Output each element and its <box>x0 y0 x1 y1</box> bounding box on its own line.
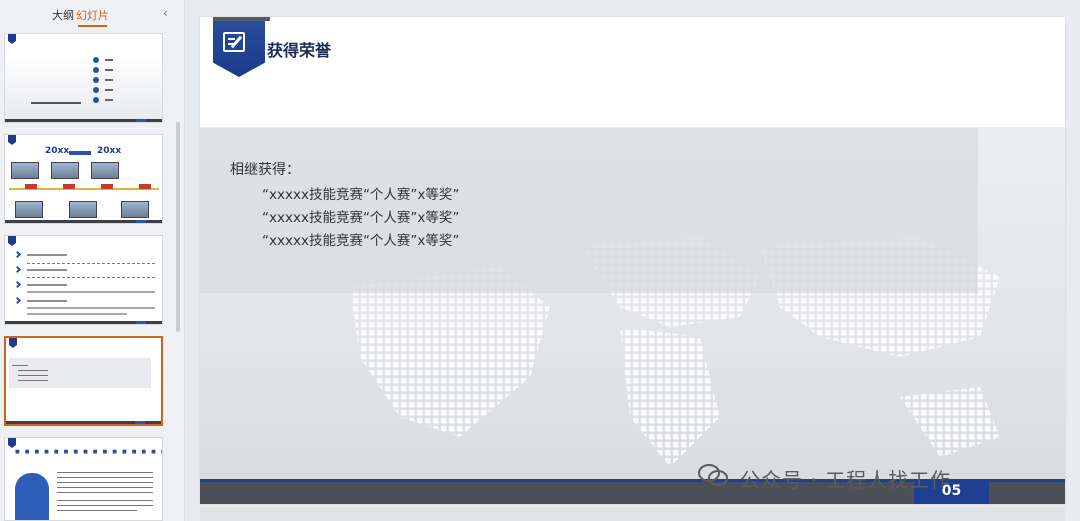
thumb-line <box>57 487 153 488</box>
thumb-panel <box>9 358 151 388</box>
thumb-dot <box>93 77 99 83</box>
thumb-footer <box>5 119 162 122</box>
wechat-icon <box>698 464 728 486</box>
watermark-text: 公众号 · 工程人找工作 <box>740 468 952 492</box>
thumb-background <box>5 54 162 122</box>
thumb-dash <box>27 263 155 264</box>
award-item[interactable]: “xxxxx技能竞赛“个人赛”x等奖” <box>262 206 459 226</box>
thumb-line <box>105 59 113 61</box>
thumb-photo <box>11 162 39 179</box>
thumb-dash <box>27 277 155 278</box>
slide-thumbnail-3[interactable] <box>4 235 163 325</box>
thumb-badge <box>9 338 17 348</box>
slide-panel: 大纲 幻灯片 ‹ 20xx 20xx ■■■■■■■■■■■■■■■■ <box>0 0 185 521</box>
thumb-line <box>18 375 48 376</box>
award-item[interactable]: “xxxxx技能竞赛“个人赛”x等奖” <box>262 229 459 249</box>
slide-thumbnail-2[interactable]: 20xx 20xx <box>4 134 163 224</box>
thumb-chevron <box>13 265 22 274</box>
tab-outline[interactable]: 大纲 <box>52 7 74 23</box>
thumb-year-start: 20xx <box>45 146 70 156</box>
thumb-line <box>12 365 28 366</box>
thumb-year-end: 20xx <box>97 146 122 156</box>
slide-thumbnail-5[interactable]: ■■■■■■■■■■■■■■■■ <box>4 437 163 521</box>
thumb-chevron <box>13 280 22 289</box>
thumb-footer <box>5 220 162 223</box>
thumb-photo <box>51 162 79 179</box>
canvas-bottom-bar <box>200 508 1065 521</box>
award-item[interactable]: “xxxxx技能竞赛“个人赛”x等奖” <box>262 183 459 203</box>
badge-top-strip <box>213 17 270 21</box>
thumb-photo <box>69 201 97 218</box>
thumb-line <box>105 79 113 81</box>
current-slide[interactable]: 获得荣誉 相继获得： “xxxxx技能竞赛“个人赛”x等奖” “xxxxx技能竞… <box>200 17 1065 504</box>
thumb-badge <box>8 236 16 246</box>
thumb-badge <box>8 135 16 145</box>
thumb-chevron <box>13 250 22 259</box>
thumb-line <box>27 313 127 315</box>
thumb-dot <box>93 67 99 73</box>
slide-thumbnail-1[interactable] <box>4 33 163 123</box>
thumb-chevron <box>13 296 22 305</box>
thumb-line <box>18 370 48 371</box>
thumb-line <box>27 307 155 309</box>
thumb-line <box>105 89 113 91</box>
thumb-line <box>27 291 155 293</box>
thumb-arrow <box>69 151 91 155</box>
thumb-photo <box>121 201 149 218</box>
thumb-photo <box>15 201 43 218</box>
thumb-line <box>57 510 137 511</box>
thumb-line <box>27 269 67 271</box>
thumb-tag <box>63 184 75 189</box>
thumb-tag <box>139 184 151 189</box>
collapse-panel-icon[interactable]: ‹ <box>163 6 168 20</box>
panel-scrollbar[interactable] <box>176 122 180 332</box>
thumb-photo <box>91 162 119 179</box>
thumb-line <box>31 102 81 104</box>
thumb-head-graphic <box>15 473 49 520</box>
thumb-line <box>57 500 153 501</box>
thumb-dot <box>93 97 99 103</box>
thumb-line <box>57 477 153 478</box>
thumb-dot <box>93 87 99 93</box>
thumb-line <box>18 380 48 381</box>
thumb-line <box>57 472 153 473</box>
thumb-line <box>105 69 113 71</box>
edit-icon <box>223 32 245 52</box>
thumb-line <box>57 482 153 483</box>
thumb-line <box>27 254 67 256</box>
slide-canvas: 获得荣誉 相继获得： “xxxxx技能竞赛“个人赛”x等奖” “xxxxx技能竞… <box>185 0 1080 521</box>
thumb-dot <box>93 57 99 63</box>
thumb-tag <box>101 184 113 189</box>
panel-tabs: 大纲 幻灯片 ‹ <box>0 0 185 28</box>
thumb-line <box>57 505 153 506</box>
thumb-badge <box>8 34 16 44</box>
thumb-char-grid: ■■■■■■■■■■■■■■■■ <box>15 449 163 455</box>
thumb-line <box>27 300 67 302</box>
tab-slides[interactable]: 幻灯片 <box>76 7 109 27</box>
thumb-footer <box>5 321 162 324</box>
thumb-line <box>57 492 153 493</box>
thumb-tag <box>25 184 37 189</box>
awards-lead[interactable]: 相继获得： <box>230 159 300 179</box>
thumb-footer <box>6 421 161 424</box>
thumb-line <box>105 99 113 101</box>
slide-thumbnail-4[interactable] <box>4 336 163 426</box>
slide-title[interactable]: 获得荣誉 <box>267 37 331 61</box>
thumb-line <box>27 284 67 286</box>
